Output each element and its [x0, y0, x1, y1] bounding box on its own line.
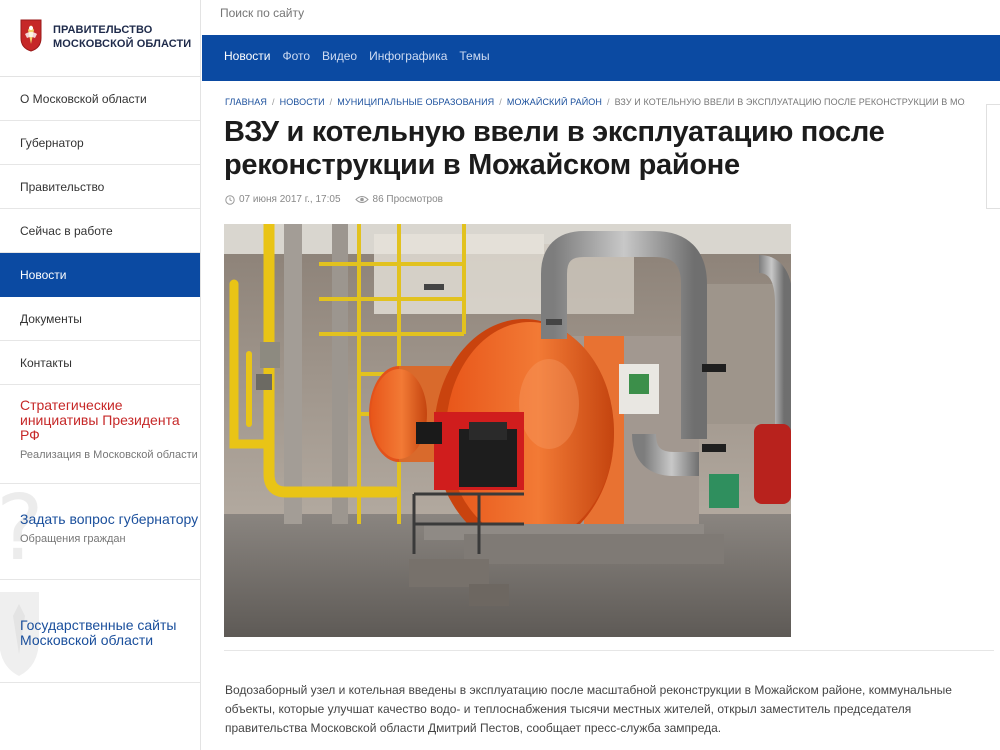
sidebar-item-documents[interactable]: Документы — [0, 297, 200, 341]
boiler-room-image — [224, 224, 791, 637]
sidebar: ПРАВИТЕЛЬСТВО МОСКОВСКОЙ ОБЛАСТИ О Моско… — [0, 0, 201, 750]
sidebar-item-government[interactable]: Правительство — [0, 165, 200, 209]
search-input[interactable] — [220, 5, 520, 21]
promo-government-sites[interactable]: Государственные сайты Московской области — [0, 580, 200, 683]
brand-line-2: МОСКОВСКОЙ ОБЛАСТИ — [53, 38, 192, 50]
article-meta: 07 июня 2017 г., 17:05 86 Просмотров — [225, 194, 443, 205]
content-divider — [224, 650, 994, 651]
article-views: 86 Просмотров — [372, 194, 443, 205]
clock-icon — [225, 194, 235, 205]
promo-strategic-initiatives[interactable]: Стратегические инициативы Президента РФ … — [0, 385, 200, 484]
tab-topics[interactable]: Темы — [459, 49, 489, 63]
article-title: ВЗУ и котельную ввели в эксплуатацию пос… — [224, 116, 885, 181]
breadcrumb-news[interactable]: Новости — [280, 97, 325, 107]
top-nav: Новости Фото Видео Инфографика Темы — [224, 49, 490, 63]
sidebar-item-governor[interactable]: Губернатор — [0, 121, 200, 165]
promo-ask-governor[interactable]: ? Задать вопрос губернатору Обращения гр… — [0, 484, 200, 580]
breadcrumb-mozhaisk[interactable]: Можайский район — [507, 97, 602, 107]
promo-subtitle: Реализация в Московской области — [20, 449, 198, 461]
sidebar-item-in-progress[interactable]: Сейчас в работе — [0, 209, 200, 253]
breadcrumb-municipalities[interactable]: Муниципальные образования — [337, 97, 494, 107]
tab-video[interactable]: Видео — [322, 49, 357, 63]
sidebar-item-contacts[interactable]: Контакты — [0, 341, 200, 385]
breadcrumb: Главная / Новости / Муниципальные образовани… — [225, 97, 965, 107]
breadcrumb-home[interactable]: Главная — [225, 97, 267, 107]
eye-icon — [354, 196, 369, 203]
tab-news[interactable]: Новости — [224, 49, 270, 63]
promo-title: Задать вопрос губернатору — [20, 511, 199, 527]
sidebar-item-news[interactable]: Новости — [0, 253, 200, 297]
site-logo[interactable]: ПРАВИТЕЛЬСТВО МОСКОВСКОЙ ОБЛАСТИ — [0, 0, 200, 77]
top-nav-bar: Новости Фото Видео Инфографика Темы — [202, 35, 1000, 81]
promo-title: Стратегические инициативы Президента РФ — [20, 397, 180, 443]
breadcrumb-current: ВЗУ и котельную ввели в эксплуатацию пос… — [614, 97, 965, 107]
article-date: 07 июня 2017 г., 17:05 — [239, 194, 341, 205]
tab-photo[interactable]: Фото — [282, 49, 310, 63]
promo-title: Государственные сайты Московской области — [20, 617, 177, 648]
sidebar-item-about-region[interactable]: О Московской области — [0, 77, 200, 121]
coat-of-arms-icon — [20, 19, 42, 52]
article-body: Водозаборный узел и котельная введены в … — [225, 683, 952, 735]
article-photo[interactable] — [224, 224, 791, 637]
promo-subtitle: Обращения граждан — [20, 533, 126, 545]
brand-line-1: ПРАВИТЕЛЬСТВО — [53, 24, 153, 36]
sidebar-nav: О Московской области Губернатор Правител… — [0, 77, 200, 385]
tab-infographics[interactable]: Инфографика — [369, 49, 447, 63]
side-panel-edge — [986, 104, 1000, 209]
